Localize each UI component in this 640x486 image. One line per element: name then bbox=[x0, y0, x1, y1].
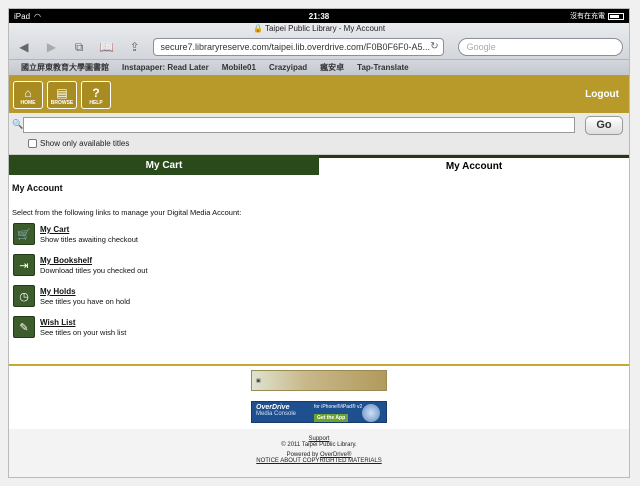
status-bar: iPad ◠ 21:38 沒有在充電 bbox=[9, 9, 629, 23]
page-footer: Support © 2011 Taipei Public Library. Po… bbox=[9, 429, 629, 477]
search-icon: 🔍 bbox=[12, 119, 24, 129]
bookmark-item[interactable]: Mobile01 bbox=[222, 63, 256, 72]
go-button[interactable]: Go bbox=[585, 116, 623, 135]
home-icon: ⌂ bbox=[24, 85, 32, 100]
url-text: secure7.libraryreserve.com/taipei.lib.ov… bbox=[160, 42, 431, 52]
link-description: Download titles you checked out bbox=[40, 266, 148, 275]
cart-icon[interactable]: 🛒 bbox=[13, 223, 35, 245]
web-search-field[interactable]: Google bbox=[457, 38, 623, 56]
bookmarks-bar: 國立屏東教育大學圖書館 Instapaper: Read Later Mobil… bbox=[9, 59, 629, 75]
overdrive-app-banner[interactable]: OverDrive Media Console for iPhone®/iPad… bbox=[251, 401, 387, 423]
page-title-bar: 🔒 Taipei Public Library - My Account bbox=[9, 23, 629, 35]
list-item: ◷ My Holds See titles you have on hold bbox=[12, 285, 626, 316]
bookmark-item[interactable]: 瘋安卓 bbox=[320, 62, 344, 73]
library-logo: ▣ bbox=[256, 377, 261, 384]
search-input[interactable] bbox=[23, 117, 575, 133]
lock-icon: 🔒 bbox=[252, 24, 263, 33]
pages-icon[interactable]: ⧉ bbox=[70, 38, 88, 56]
tab-my-cart[interactable]: My Cart bbox=[9, 155, 319, 175]
browser-toolbar: ◀ ▶ ⧉ 📖 ⇪ secure7.libraryreserve.com/tai… bbox=[9, 35, 629, 59]
intro-text: Select from the following links to manag… bbox=[12, 208, 242, 217]
reload-icon[interactable]: ↻ bbox=[430, 39, 438, 55]
section-heading: My Account bbox=[12, 183, 63, 193]
site-header: ⌂ HOME ▤ BROWSE ? HELP Logout bbox=[9, 76, 629, 113]
battery-icon bbox=[608, 12, 624, 20]
account-tabs: My Cart My Account bbox=[9, 155, 629, 175]
wish-list-link[interactable]: Wish List bbox=[40, 318, 126, 327]
my-bookshelf-link[interactable]: My Bookshelf bbox=[40, 256, 148, 265]
list-item: ✎ Wish List See titles on your wish list bbox=[12, 316, 626, 347]
available-only-label: Show only available titles bbox=[40, 139, 130, 148]
help-label: HELP bbox=[89, 99, 103, 106]
copyright-text: © 2011 Taipei Public Library. bbox=[281, 442, 357, 448]
tab-my-account[interactable]: My Account bbox=[319, 155, 629, 175]
list-item: ⇥ My Bookshelf Download titles you check… bbox=[12, 254, 626, 285]
browse-label: BROWSE bbox=[50, 99, 74, 106]
bookmark-item[interactable]: 國立屏東教育大學圖書館 bbox=[21, 62, 109, 73]
clock: 21:38 bbox=[308, 11, 330, 21]
available-only-checkbox[interactable] bbox=[28, 139, 37, 148]
link-description: See titles on your wish list bbox=[40, 328, 127, 337]
question-icon: ? bbox=[92, 85, 100, 100]
platforms-label: for iPhone®/iPad® v2 bbox=[314, 404, 363, 410]
my-holds-link[interactable]: My Holds bbox=[40, 287, 130, 296]
charging-status: 沒有在充電 bbox=[570, 13, 605, 20]
help-button[interactable]: ? HELP bbox=[81, 80, 111, 109]
share-icon[interactable]: ⇪ bbox=[126, 38, 144, 56]
forward-icon[interactable]: ▶ bbox=[43, 38, 61, 56]
page-title: Taipei Public Library - My Account bbox=[264, 24, 386, 33]
logout-link[interactable]: Logout bbox=[585, 89, 625, 100]
home-button[interactable]: ⌂ HOME bbox=[13, 80, 43, 109]
ipad-screen: iPad ◠ 21:38 沒有在充電 🔒 Taipei Public Libra… bbox=[8, 8, 630, 478]
clock-icon[interactable]: ◷ bbox=[13, 285, 35, 307]
browser-chrome: 🔒 Taipei Public Library - My Account ◀ ▶… bbox=[9, 23, 629, 76]
library-banner[interactable]: ▣ bbox=[251, 370, 387, 391]
my-cart-link[interactable]: My Cart bbox=[40, 225, 138, 234]
book-icon: ▤ bbox=[56, 85, 68, 100]
home-label: HOME bbox=[20, 99, 36, 106]
bookmark-item[interactable]: Instapaper: Read Later bbox=[122, 63, 209, 72]
copyright-notice-link[interactable]: NOTICE ABOUT COPYRIGHTED MATERIALS bbox=[9, 458, 629, 464]
back-icon[interactable]: ◀ bbox=[15, 38, 33, 56]
account-content: My Account Select from the following lin… bbox=[9, 175, 629, 347]
bookmark-item[interactable]: Tap-Translate bbox=[357, 63, 408, 72]
wish-list-icon[interactable]: ✎ bbox=[13, 316, 35, 338]
get-app-button[interactable]: Get the App bbox=[314, 414, 349, 422]
search-area: 🔍 Go Show only available titles bbox=[9, 113, 629, 155]
url-field[interactable]: secure7.libraryreserve.com/taipei.lib.ov… bbox=[153, 38, 444, 56]
list-item: 🛒 My Cart Show titles awaiting checkout bbox=[12, 223, 626, 254]
browse-button[interactable]: ▤ BROWSE bbox=[47, 80, 77, 109]
bookmark-item[interactable]: Crazyipad bbox=[269, 63, 307, 72]
disc-icon bbox=[362, 404, 380, 422]
divider bbox=[9, 364, 629, 366]
link-description: See titles you have on hold bbox=[40, 297, 131, 306]
link-description: Show titles awaiting checkout bbox=[40, 235, 138, 244]
bookmarks-icon[interactable]: 📖 bbox=[98, 38, 116, 56]
bookshelf-icon[interactable]: ⇥ bbox=[13, 254, 35, 276]
